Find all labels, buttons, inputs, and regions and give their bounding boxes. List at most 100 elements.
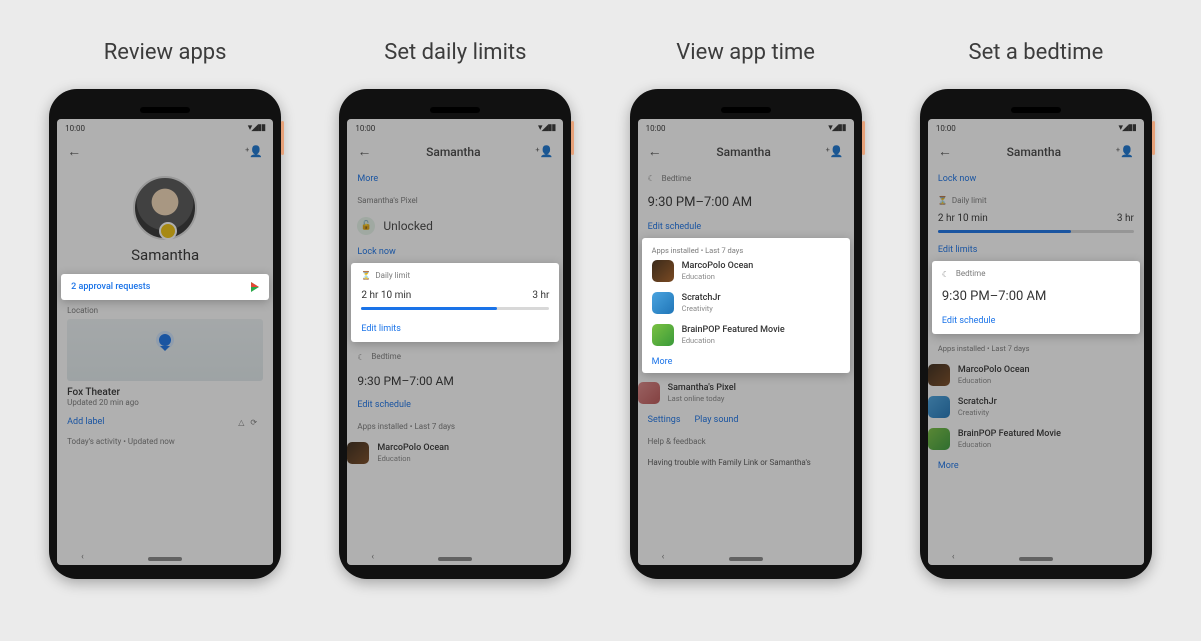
help-label: Help & feedback [638,431,854,452]
nav-chevron-left-icon[interactable]: ‹ [662,552,665,562]
app-name: MarcoPolo Ocean [377,443,449,454]
bedtime-label: ☾Bedtime [638,168,854,189]
back-icon[interactable]: ← [67,143,81,160]
app-icon [928,428,950,450]
add-person-icon[interactable]: ⁺👤 [826,145,844,158]
app-row-marco[interactable]: MarcoPolo OceanEducation [652,255,840,287]
appbar-title: Samantha [426,145,480,159]
app-icon [347,442,369,464]
appbar-title: Samantha [1007,145,1061,159]
place-updated: Updated 20 min ago [67,398,263,407]
bedtime-range: 9:30 PM–7:00 AM [347,368,563,394]
limit-used: 2 hr 10 min [361,290,411,301]
statusbar: 10:00 ▾◢▮▮ [57,119,273,137]
bedtime-card: ☾Bedtime 9:30 PM–7:00 AM Edit schedule [932,261,1140,333]
limit-bar [938,230,1134,233]
add-label-link[interactable]: Add label [67,417,104,427]
app-row-marco[interactable]: MarcoPolo OceanEducation [928,359,1144,391]
col-set-bedtime: Set a bedtime 10:00 ▾◢▮▮ ← Samantha ⁺👤 L… [901,40,1171,579]
add-person-icon[interactable]: ⁺👤 [1116,145,1134,158]
settings-link[interactable]: Settings [648,415,681,425]
nav-chevron-left-icon[interactable]: ‹ [81,552,84,562]
daily-limit-label: ⏳Daily limit [361,271,549,280]
nav-pill[interactable] [729,557,763,561]
limit-bar [361,307,549,310]
statusbar: 10:00 ▾◢▮▮ [347,119,563,137]
clock: 10:00 [936,124,956,133]
app-row-brainpop[interactable]: BrainPOP Featured MovieEducation [652,319,840,351]
clock: 10:00 [646,124,666,133]
app-row-brainpop[interactable]: BrainPOP Featured MovieEducation [928,423,1144,455]
app-row-scratch[interactable]: ScratchJrCreativity [652,287,840,319]
statusbar: 10:00 ▾◢▮▮ [638,119,854,137]
daily-limit-card: ⏳Daily limit 2 hr 10 min 3 hr Edit limit… [351,263,559,342]
app-icon [652,260,674,282]
add-person-icon[interactable]: ⁺👤 [245,145,263,158]
edit-schedule-link[interactable]: Edit schedule [347,394,563,416]
child-avatar[interactable] [133,176,197,240]
back-icon[interactable]: ← [357,143,371,160]
lock-open-icon: 🔓 [357,217,375,235]
play-sound-link[interactable]: Play sound [695,415,739,425]
child-name: Samantha [57,246,273,264]
warning-icon[interactable]: △ [238,418,250,427]
nav-chevron-left-icon[interactable]: ‹ [371,552,374,562]
clock: 10:00 [65,124,85,133]
edit-limits-link[interactable]: Edit limits [361,324,549,334]
caption-4: Set a bedtime [969,40,1104,65]
signal-icons: ▾◢▮▮ [538,123,555,133]
back-icon[interactable]: ← [938,143,952,160]
daily-limit-label: ⏳Daily limit [928,190,1144,211]
appbar: ← ⁺👤 [57,137,273,168]
location-map[interactable] [67,319,263,381]
caption-3: View app time [676,40,815,65]
edit-schedule-link[interactable]: Edit schedule [942,316,1130,326]
hourglass-icon: ⏳ [938,196,947,205]
app-icon [928,396,950,418]
location-section: Location Fox Theater Updated 20 min ago … [57,300,273,452]
nav-chevron-left-icon[interactable]: ‹ [952,552,955,562]
lock-now-link[interactable]: Lock now [928,168,1144,190]
nav-pill[interactable] [438,557,472,561]
device-row[interactable]: Samantha's PixelLast online today [638,377,854,409]
limit-used: 2 hr 10 min [938,213,988,224]
unlocked-row: 🔓 Unlocked [347,211,563,241]
screen-2: 10:00 ▾◢▮▮ ← Samantha ⁺👤 More Samantha's… [347,119,563,565]
signal-icons: ▾◢▮▮ [248,123,265,133]
col-review-apps: Review apps 10:00 ▾◢▮▮ ← ⁺👤 Samantha 2 a… [30,40,300,579]
play-store-icon [251,282,259,292]
app-row-scratch[interactable]: ScratchJrCreativity [928,391,1144,423]
app-category: Education [377,454,449,463]
appbar: ← Samantha ⁺👤 [347,137,563,168]
apps-card: Apps installed • Last 7 days MarcoPolo O… [642,238,850,373]
more-link[interactable]: More [652,357,840,367]
nav-pill[interactable] [148,557,182,561]
moon-icon: ☾ [942,270,951,279]
approval-text: 2 approval requests [71,282,150,292]
appbar: ← Samantha ⁺👤 [638,137,854,168]
edit-schedule-link[interactable]: Edit schedule [638,216,854,238]
app-row-marco[interactable]: MarcoPolo Ocean Education [347,437,563,469]
approval-requests-card[interactable]: 2 approval requests [61,274,269,300]
add-person-icon[interactable]: ⁺👤 [535,145,553,158]
moon-icon: ☾ [648,174,657,183]
location-label: Location [67,306,263,315]
more-link[interactable]: More [928,455,1144,477]
phone-frame-2: 10:00 ▾◢▮▮ ← Samantha ⁺👤 More Samantha's… [339,89,571,579]
edit-limits-link[interactable]: Edit limits [928,239,1144,261]
lock-now-link[interactable]: Lock now [347,241,563,263]
hourglass-icon: ⏳ [361,271,370,280]
phone-frame-4: 10:00 ▾◢▮▮ ← Samantha ⁺👤 Lock now ⏳Daily… [920,89,1152,579]
screen-1: 10:00 ▾◢▮▮ ← ⁺👤 Samantha 2 approval requ… [57,119,273,565]
nav-pill[interactable] [1019,557,1053,561]
limit-total: 3 hr [1117,213,1134,224]
caption-1: Review apps [104,40,227,65]
app-icon [652,292,674,314]
apps-installed-label: Apps installed • Last 7 days [652,246,840,255]
appbar: ← Samantha ⁺👤 [928,137,1144,168]
refresh-icon[interactable]: ⟳ [250,418,263,427]
apps-installed-label: Apps installed • Last 7 days [928,338,1144,359]
col-daily-limits: Set daily limits 10:00 ▾◢▮▮ ← Samantha ⁺… [320,40,590,579]
more-link[interactable]: More [347,168,563,190]
back-icon[interactable]: ← [648,143,662,160]
